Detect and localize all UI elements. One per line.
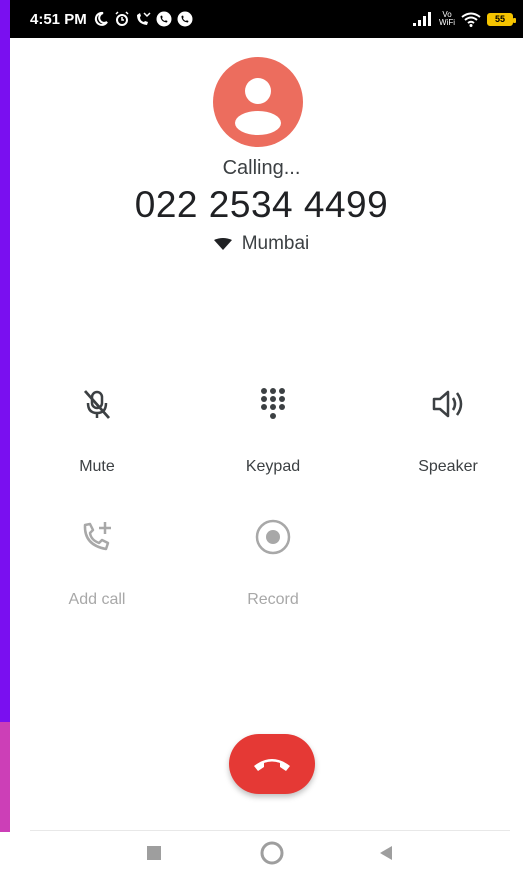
call-icon-2 bbox=[177, 11, 193, 27]
notification-icons bbox=[93, 11, 193, 27]
wifi-icon bbox=[461, 12, 481, 27]
navigation-bar bbox=[30, 830, 510, 865]
add-call-button[interactable]: Add call bbox=[27, 517, 167, 609]
call-location: Mumbai bbox=[0, 233, 523, 255]
dialpad-icon bbox=[203, 384, 343, 424]
home-button[interactable] bbox=[260, 841, 284, 870]
battery-icon: 55 bbox=[487, 12, 516, 26]
location-wifi-icon bbox=[213, 238, 232, 250]
battery-level: 55 bbox=[494, 14, 505, 24]
location-label: Mumbai bbox=[241, 233, 310, 254]
record-icon bbox=[203, 517, 343, 557]
speaker-button[interactable]: Speaker bbox=[378, 384, 518, 476]
missed-call-icon bbox=[136, 12, 151, 25]
left-edge-pink bbox=[0, 722, 10, 832]
moon-icon bbox=[94, 11, 108, 26]
status-time: 4:51 PM bbox=[30, 10, 87, 28]
speaker-label: Speaker bbox=[418, 458, 478, 475]
phone-number: 022 2534 4499 bbox=[134, 184, 389, 225]
call-icon bbox=[156, 11, 172, 27]
status-right: Vo WiFi 55 bbox=[413, 11, 516, 27]
alarm-icon bbox=[115, 11, 129, 26]
status-left: 4:51 PM bbox=[30, 11, 193, 28]
person-icon bbox=[235, 78, 281, 135]
call-status: Calling... bbox=[222, 157, 301, 179]
mute-label: Mute bbox=[79, 458, 115, 475]
back-button[interactable] bbox=[378, 845, 394, 866]
volume-icon bbox=[378, 384, 518, 424]
recents-button[interactable] bbox=[146, 845, 162, 866]
left-edge-purple bbox=[0, 0, 10, 722]
end-call-button[interactable] bbox=[229, 734, 315, 794]
add-call-icon bbox=[27, 517, 167, 557]
keypad-label: Keypad bbox=[245, 458, 301, 475]
signal-icon bbox=[413, 12, 431, 26]
vowifi-indicator: Vo WiFi bbox=[439, 11, 455, 27]
record-label: Record bbox=[247, 591, 299, 608]
status-bar: 4:51 PM Vo WiFi 55 bbox=[10, 0, 523, 38]
contact-avatar bbox=[213, 57, 303, 147]
circle-icon bbox=[260, 841, 284, 865]
mic-off-icon bbox=[27, 384, 167, 424]
call-end-icon bbox=[254, 759, 290, 771]
add-call-label: Add call bbox=[68, 591, 126, 608]
record-button[interactable]: Record bbox=[203, 517, 343, 609]
mute-button[interactable]: Mute bbox=[27, 384, 167, 476]
keypad-button[interactable]: Keypad bbox=[203, 384, 343, 476]
vowifi-bottom: WiFi bbox=[439, 18, 455, 27]
